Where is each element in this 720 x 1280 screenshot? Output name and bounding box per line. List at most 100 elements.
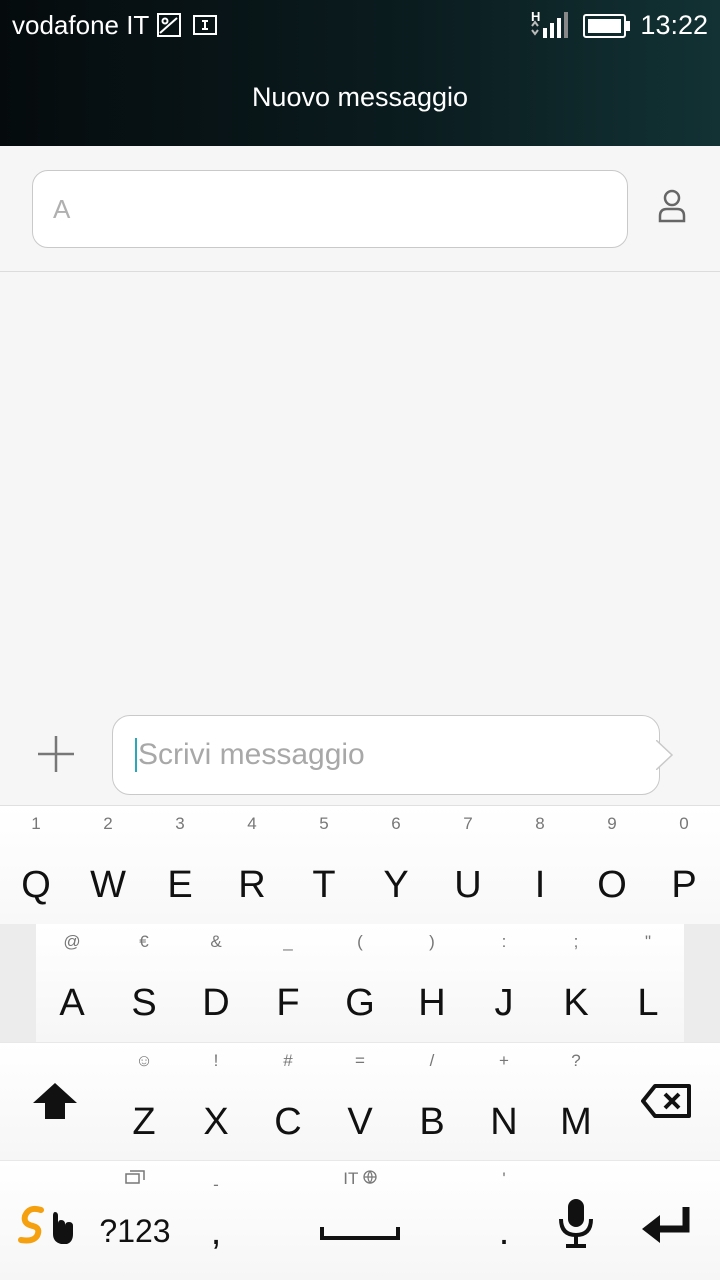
key-v[interactable]: = V bbox=[324, 1043, 396, 1161]
enter-key[interactable] bbox=[630, 1191, 704, 1261]
key-hint: ☺ bbox=[135, 1051, 153, 1070]
key-z[interactable]: ☺ Z bbox=[108, 1043, 180, 1161]
key-q[interactable]: 1Q bbox=[0, 806, 72, 924]
top-bar: vodafone IT H 13:22 Nuovo messaggio bbox=[0, 0, 720, 146]
voice-input-key[interactable] bbox=[544, 1187, 608, 1263]
key-k[interactable]: ; K bbox=[540, 924, 612, 1042]
language-label: IT bbox=[343, 1169, 359, 1188]
contact-picker-button[interactable] bbox=[646, 182, 698, 234]
symbols-key[interactable]: ?123 bbox=[90, 1161, 180, 1280]
key-h[interactable]: ) H bbox=[396, 924, 468, 1042]
key-label: H bbox=[418, 982, 446, 1024]
backspace-icon bbox=[641, 1083, 693, 1124]
key-label: Z bbox=[132, 1101, 156, 1143]
key-hint: 4 bbox=[247, 814, 257, 833]
key-m[interactable]: ? M bbox=[540, 1043, 612, 1161]
image-notification-icon bbox=[157, 13, 181, 42]
key-hint: 1 bbox=[31, 814, 41, 833]
text-cursor bbox=[135, 738, 137, 772]
send-arrow-icon[interactable] bbox=[656, 740, 674, 770]
key-label: F bbox=[276, 982, 300, 1024]
key-hint: ( bbox=[357, 932, 363, 951]
key-r[interactable]: 4R bbox=[216, 806, 288, 924]
swype-key[interactable] bbox=[12, 1191, 78, 1261]
enter-arrow-icon bbox=[640, 1203, 694, 1250]
key-label: R bbox=[238, 864, 266, 906]
key-p[interactable]: 0P bbox=[648, 806, 720, 924]
shift-key[interactable] bbox=[18, 1063, 92, 1143]
key-label: Q bbox=[21, 864, 51, 906]
key-label: G bbox=[345, 982, 375, 1024]
shift-arrow-icon bbox=[31, 1081, 79, 1126]
key-label: P bbox=[671, 864, 697, 906]
add-attachment-button[interactable] bbox=[30, 730, 82, 782]
key-b[interactable]: / B bbox=[396, 1043, 468, 1161]
key-x[interactable]: ! X bbox=[180, 1043, 252, 1161]
key-hint: # bbox=[283, 1051, 293, 1070]
recipient-input[interactable]: A bbox=[32, 170, 628, 248]
key-hint: 3 bbox=[175, 814, 185, 833]
key-label: I bbox=[534, 864, 546, 906]
microphone-icon bbox=[556, 1197, 596, 1254]
clipboard-icon bbox=[90, 1169, 180, 1189]
key-hint: = bbox=[355, 1051, 365, 1070]
key-l[interactable]: " L bbox=[612, 924, 684, 1042]
key-d[interactable]: & D bbox=[180, 924, 252, 1042]
plus-icon bbox=[36, 734, 76, 779]
key-w[interactable]: 2W bbox=[72, 806, 144, 924]
period-key[interactable]: ' . bbox=[468, 1161, 540, 1280]
key-label: W bbox=[90, 864, 126, 906]
key-label: K bbox=[563, 982, 589, 1024]
keyboard-row-4: ?123 - , IT ' . bbox=[0, 1160, 720, 1280]
sim-notification-icon bbox=[193, 15, 217, 40]
key-label: Y bbox=[383, 864, 409, 906]
space-bar-icon bbox=[320, 1225, 400, 1241]
key-label: L bbox=[637, 982, 659, 1024]
key-hint: 8 bbox=[535, 814, 545, 833]
key-hint: : bbox=[501, 932, 507, 951]
page-title: Nuovo messaggio bbox=[251, 82, 469, 112]
key-hint: @ bbox=[63, 932, 81, 951]
person-icon bbox=[657, 189, 687, 228]
key-y[interactable]: 6Y bbox=[360, 806, 432, 924]
key-u[interactable]: 7U bbox=[432, 806, 504, 924]
key-hint: 6 bbox=[391, 814, 401, 833]
message-input[interactable]: Scrivi messaggio bbox=[112, 715, 660, 795]
key-hint: 7 bbox=[463, 814, 473, 833]
key-hint: ? bbox=[571, 1051, 581, 1070]
key-o[interactable]: 9O bbox=[576, 806, 648, 924]
key-hint: ! bbox=[213, 1051, 219, 1070]
key-hint: / bbox=[429, 1051, 435, 1070]
key-g[interactable]: (G bbox=[324, 924, 396, 1042]
key-i[interactable]: 8I bbox=[504, 806, 576, 924]
recipient-placeholder: A bbox=[53, 193, 71, 224]
message-placeholder: Scrivi messaggio bbox=[138, 738, 365, 771]
key-a[interactable]: @ A bbox=[36, 924, 108, 1042]
key-c[interactable]: # C bbox=[252, 1043, 324, 1161]
backspace-key[interactable] bbox=[630, 1063, 704, 1143]
key-n[interactable]: + N bbox=[468, 1043, 540, 1161]
key-label: C bbox=[274, 1101, 302, 1143]
keyboard-row-2: @ A € S & D _ F(G) H: J; K " L bbox=[0, 924, 720, 1042]
key-label: U bbox=[454, 864, 482, 906]
recipient-area: A bbox=[0, 146, 720, 272]
carrier-name: vodafone IT bbox=[12, 10, 150, 40]
key-j[interactable]: :J bbox=[468, 924, 540, 1042]
key-hint: € bbox=[139, 932, 149, 951]
keyboard: 1Q2W3E4R5T6Y7U8I9O0P @ A € S & D _ F(G) H: J; K " L … bbox=[0, 805, 720, 1280]
key-t[interactable]: 5T bbox=[288, 806, 360, 924]
key-hint: ) bbox=[429, 932, 435, 951]
battery-icon bbox=[583, 14, 631, 43]
key-s[interactable]: € S bbox=[108, 924, 180, 1042]
key-label: T bbox=[312, 864, 336, 906]
key-f[interactable]: _ F bbox=[252, 924, 324, 1042]
key-e[interactable]: 3E bbox=[144, 806, 216, 924]
globe-icon bbox=[358, 1169, 377, 1188]
key-hint: ; bbox=[573, 932, 579, 951]
space-key[interactable]: IT bbox=[252, 1161, 468, 1280]
key-hint: + bbox=[499, 1051, 509, 1070]
key-label: S bbox=[131, 982, 157, 1024]
comma-key[interactable]: - , bbox=[180, 1161, 252, 1280]
key-hint: 5 bbox=[319, 814, 329, 833]
key-hint: 0 bbox=[679, 814, 689, 833]
